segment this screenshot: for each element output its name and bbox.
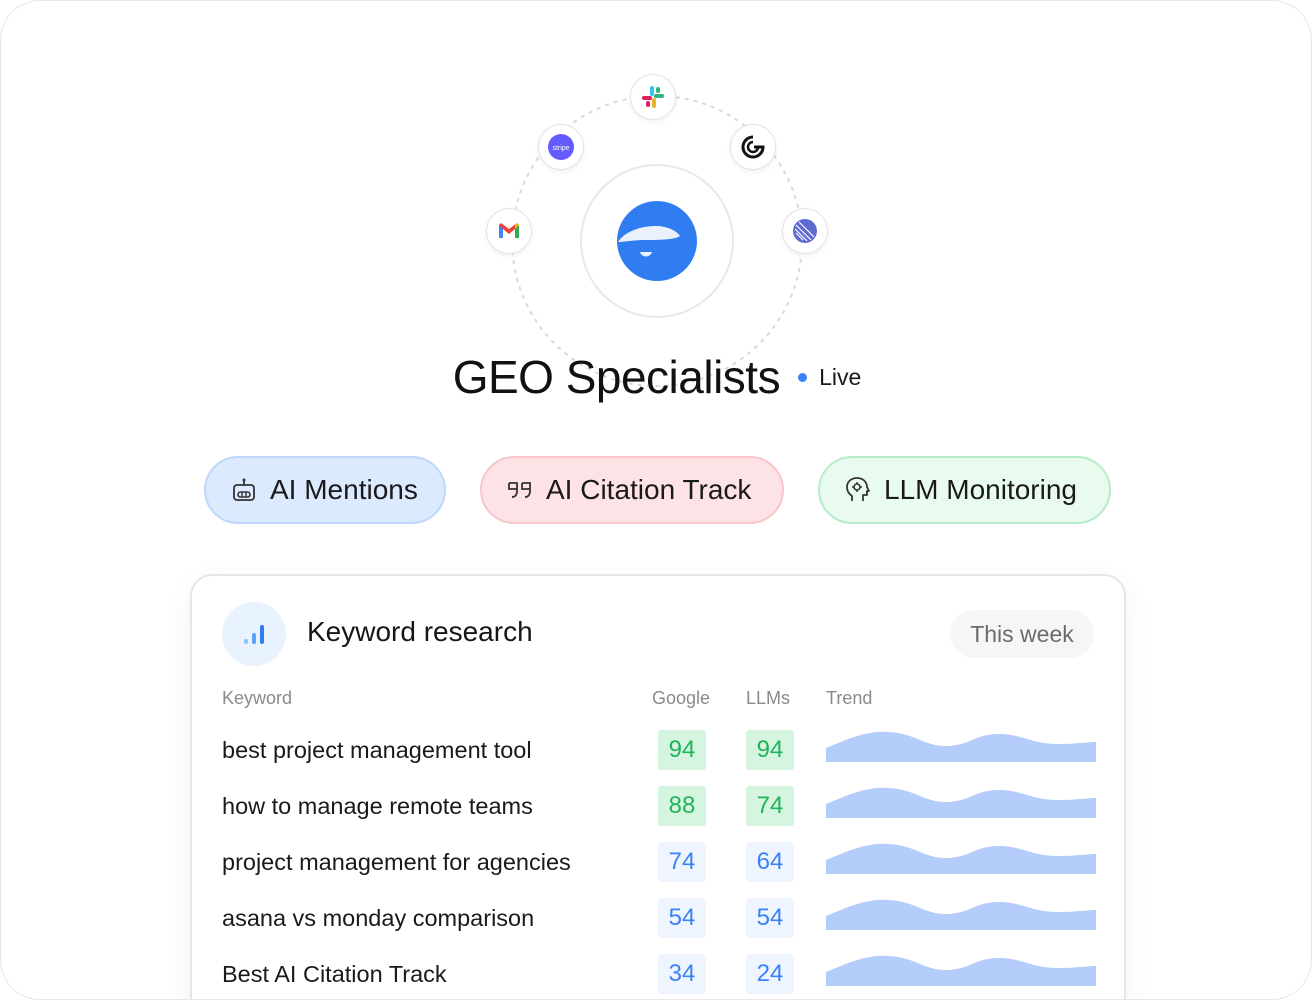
robot-icon (233, 478, 255, 501)
keyword-cell: best project management tool (222, 737, 532, 763)
stripe-icon[interactable]: stripe (538, 124, 584, 170)
llms-score-badge: 54 (746, 898, 794, 938)
grok-icon[interactable] (730, 124, 776, 170)
bar-chart-icon (222, 602, 286, 666)
google-score-badge: 94 (658, 730, 706, 770)
stripe-wordmark: stripe (552, 145, 569, 152)
brand-logo-icon (617, 201, 697, 281)
llm-monitoring-label: LLM Monitoring (884, 474, 1077, 505)
trend-sparkline (826, 731, 1096, 762)
column-header-keyword: Keyword (222, 688, 293, 708)
ai-mentions-label: AI Mentions (270, 474, 418, 505)
trend-sparkline (826, 955, 1096, 986)
llms-score-badge: 64 (746, 842, 794, 882)
google-score-badge: 54 (658, 898, 706, 938)
period-selector[interactable]: This week (950, 610, 1094, 658)
keyword-cell: project management for agencies (222, 849, 571, 875)
table-row[interactable]: asana vs monday comparison 54 54 (192, 890, 1128, 946)
quote-icon (508, 482, 531, 498)
feature-pills: AI Mentions AI Citation Track LLM Monito… (1, 456, 1311, 528)
trend-area (826, 843, 1096, 874)
llms-score-badge: 94 (746, 730, 794, 770)
trend-area (826, 955, 1096, 986)
column-header-trend: Trend (826, 688, 873, 708)
card-title: Keyword research (307, 616, 533, 647)
column-header-llms: LLMs (746, 688, 791, 708)
column-header-google: Google (652, 688, 711, 708)
linear-icon[interactable] (782, 208, 828, 254)
main-frame: stripe GEO Specialists Live AI Mentions … (0, 0, 1312, 1000)
live-status-label: Live (819, 363, 862, 390)
slack-icon[interactable] (630, 74, 676, 120)
table-row[interactable]: how to manage remote teams 88 74 (192, 778, 1128, 834)
table-row[interactable]: best project management tool 94 94 (192, 722, 1128, 778)
table-row[interactable]: Best AI Citation Track 34 24 (192, 946, 1128, 999)
keyword-cell: Best AI Citation Track (222, 961, 447, 987)
google-score-badge: 34 (658, 954, 706, 994)
title-row: GEO Specialists Live (1, 349, 1311, 405)
live-status-dot (798, 372, 808, 382)
ai-mentions-pill[interactable]: AI Mentions (204, 456, 446, 524)
ai-citation-track-label: AI Citation Track (546, 474, 752, 505)
table-row[interactable]: project management for agencies 74 64 (192, 834, 1128, 890)
trend-sparkline (826, 843, 1096, 874)
page-title: GEO Specialists (452, 351, 781, 403)
llms-score-badge: 74 (746, 786, 794, 826)
trend-area (826, 731, 1096, 762)
google-score-badge: 74 (658, 842, 706, 882)
llms-score-badge: 24 (746, 954, 794, 994)
google-score-badge: 88 (658, 786, 706, 826)
keyword-cell: how to manage remote teams (222, 793, 533, 819)
trend-area (826, 899, 1096, 930)
trend-sparkline (826, 787, 1096, 818)
trend-sparkline (826, 899, 1096, 930)
keyword-research-card: Keyword research This week Keyword Googl… (190, 574, 1128, 999)
llm-monitoring-pill[interactable]: LLM Monitoring (818, 456, 1111, 524)
trend-area (826, 787, 1096, 818)
brain-head-icon (846, 477, 870, 501)
keyword-cell: asana vs monday comparison (222, 905, 535, 931)
ai-citation-track-pill[interactable]: AI Citation Track (480, 456, 784, 524)
gmail-icon[interactable] (486, 208, 532, 254)
hub-logo (580, 164, 734, 318)
